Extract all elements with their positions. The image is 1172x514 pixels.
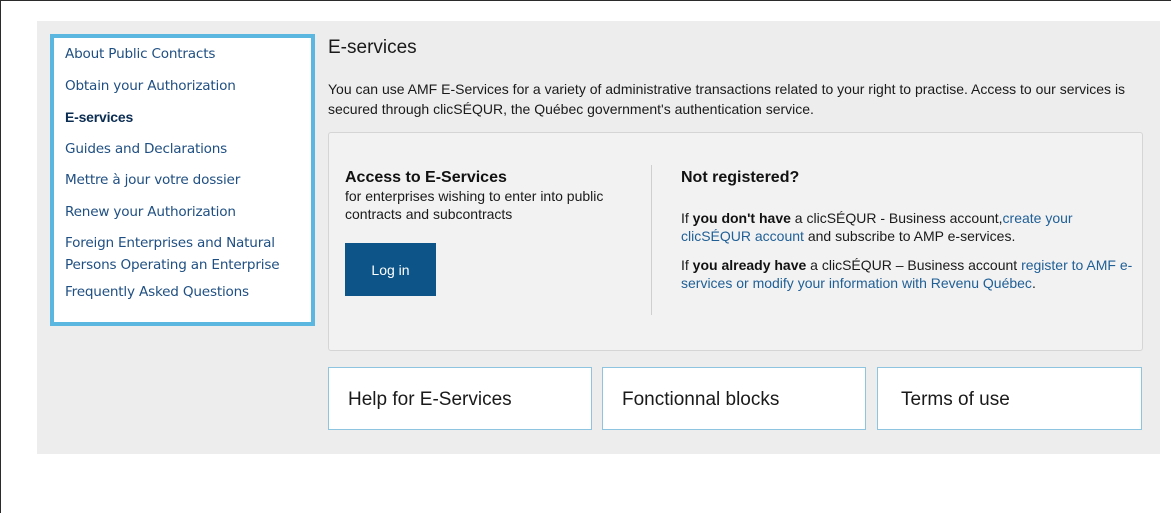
sidebar-item-mettre-a-jour[interactable]: Mettre à jour votre dossier <box>65 172 311 188</box>
sidebar-item-foreign-enterprises[interactable]: Foreign Enterprises and Natural Persons … <box>65 232 300 276</box>
no-account-emphasis: you don't have <box>692 210 791 226</box>
access-subtitle: for enterprises wishing to enter into pu… <box>345 188 604 222</box>
intro-text: You can use AMF E-Services for a variety… <box>328 81 1126 117</box>
help-e-services-tile[interactable]: Help for E-Services <box>328 367 592 430</box>
register-section: Not registered? If you don't have a clic… <box>681 168 1143 303</box>
sidebar-item-obtain-authorization[interactable]: Obtain your Authorization <box>65 78 311 94</box>
has-account-paragraph: If you already have a clicSÉQUR – Busine… <box>681 256 1143 292</box>
functional-blocks-tile[interactable]: Fonctionnal blocks <box>602 367 866 430</box>
no-account-middle: a clicSÉQUR - Business account, <box>790 210 1003 226</box>
sidebar-item-faq[interactable]: Frequently Asked Questions <box>65 284 311 300</box>
has-account-suffix: . <box>1031 275 1036 291</box>
register-heading: Not registered? <box>681 169 800 186</box>
no-account-paragraph: If you don't have a clicSÉQUR - Business… <box>681 209 1143 245</box>
sidebar-nav: About Public Contracts Obtain your Autho… <box>50 34 315 326</box>
access-section: Access to E-Services for enterprises wis… <box>345 168 635 223</box>
no-account-prefix: If <box>681 210 693 226</box>
sidebar-item-guides-declarations[interactable]: Guides and Declarations <box>65 141 311 157</box>
sidebar-item-e-services[interactable]: E-services <box>65 109 311 125</box>
has-account-middle: a clicSÉQUR – Business account <box>806 257 1022 273</box>
sidebar-item-about-public-contracts[interactable]: About Public Contracts <box>65 46 311 62</box>
has-account-emphasis: you already have <box>692 257 807 273</box>
content-panel: About Public Contracts Obtain your Autho… <box>37 21 1160 454</box>
page-title: E-services <box>328 37 417 58</box>
sidebar-item-renew-authorization[interactable]: Renew your Authorization <box>65 204 311 220</box>
terms-of-use-tile[interactable]: Terms of use <box>877 367 1142 430</box>
no-account-suffix: and subscribe to AMP e-services. <box>803 228 1016 244</box>
services-box: Access to E-Services for enterprises wis… <box>328 132 1143 351</box>
login-button[interactable]: Log in <box>345 243 436 296</box>
access-heading: Access to E-Services <box>345 169 507 186</box>
page-frame: About Public Contracts Obtain your Autho… <box>0 0 1171 513</box>
has-account-prefix: If <box>681 257 693 273</box>
column-divider <box>651 165 652 315</box>
